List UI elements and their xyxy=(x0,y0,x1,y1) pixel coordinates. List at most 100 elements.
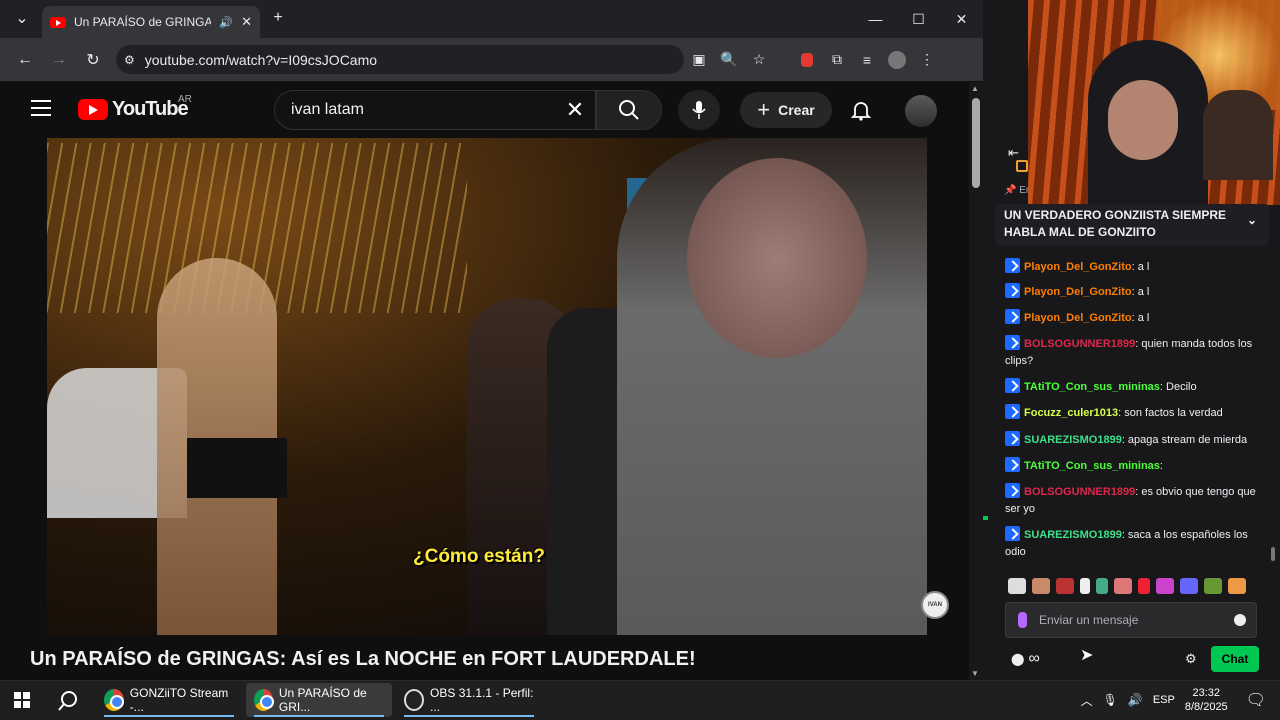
chat-username[interactable]: Focuzz_culer1013 xyxy=(1024,407,1118,419)
system-tray: ︿ 🎙 🔊 ESP 23:32 8/8/2025 🗨 xyxy=(1081,680,1280,720)
bookmark-star-icon[interactable]: ☆ xyxy=(750,51,768,69)
new-tab-icon[interactable]: + xyxy=(266,6,290,30)
prime-badge-icon[interactable] xyxy=(1005,483,1020,498)
guide-menu-icon[interactable] xyxy=(31,100,51,116)
emote-icon[interactable] xyxy=(1008,578,1026,594)
input-language[interactable]: ESP xyxy=(1153,694,1175,706)
bits-icon[interactable] xyxy=(1018,612,1027,628)
chat-scrollbar-thumb[interactable] xyxy=(1271,547,1275,561)
search-button[interactable] xyxy=(596,90,662,130)
zoom-icon[interactable]: 🔍 xyxy=(720,51,738,69)
microphone-icon xyxy=(692,101,706,119)
emote-icon[interactable] xyxy=(1096,578,1108,594)
emote-icon[interactable] xyxy=(1180,578,1198,594)
page-scrollbar[interactable]: ▲ ▼ xyxy=(969,82,983,680)
taskbar-item-chrome-stream[interactable]: GONZiiTO Stream -... xyxy=(96,683,242,717)
chat-username[interactable]: TAtiTO_Con_sus_mininas xyxy=(1024,460,1160,472)
channel-points[interactable]: ⬤ ∞ xyxy=(1011,650,1040,668)
tab-close-icon[interactable]: ✕ xyxy=(241,14,252,30)
extensions-puzzle-icon[interactable]: ⧉ xyxy=(828,51,846,69)
chat-username[interactable]: TAtiTO_Con_sus_mininas xyxy=(1024,381,1160,393)
forward-icon[interactable]: → xyxy=(42,51,76,69)
chrome-icon xyxy=(104,689,124,711)
address-bar[interactable]: ⚙ youtube.com/watch?v=I09csJOCamo xyxy=(116,45,684,74)
chat-message-input[interactable]: Enviar un mensaje xyxy=(1005,602,1257,638)
channel-points-icon: ⬤ xyxy=(1011,652,1025,666)
back-icon[interactable]: ← xyxy=(8,51,42,69)
taskbar-item-chrome-youtube[interactable]: Un PARAÍSO de GRI... xyxy=(246,683,392,717)
window-controls: — ☐ ✕ xyxy=(854,0,983,38)
notifications-bell-icon[interactable] xyxy=(850,99,872,126)
prime-badge-icon[interactable] xyxy=(1005,431,1020,446)
emote-icon[interactable] xyxy=(1204,578,1222,594)
start-windows-icon[interactable] xyxy=(14,692,30,713)
maximize-icon[interactable]: ☐ xyxy=(897,0,940,38)
chat-settings-icon[interactable]: ⚙ xyxy=(1185,651,1197,667)
emote-icon[interactable] xyxy=(1156,578,1174,594)
channel-watermark[interactable]: IVAN xyxy=(921,591,949,619)
pinned-message[interactable]: UN VERDADERO GONZIISTA SIEMPRE HABLA MAL… xyxy=(995,204,1269,246)
taskbar-item-obs[interactable]: OBS 31.1.1 - Perfil: ... xyxy=(396,683,542,717)
tab-search-chevron-icon[interactable]: ⌄ xyxy=(10,7,34,31)
emote-icon[interactable] xyxy=(1080,578,1090,594)
prime-badge-icon[interactable] xyxy=(1005,378,1020,393)
prime-badge-icon[interactable] xyxy=(1005,457,1020,472)
youtube-favicon-icon xyxy=(50,16,66,28)
profile-avatar-icon[interactable] xyxy=(888,50,906,69)
reload-icon[interactable]: ↻ xyxy=(76,50,110,70)
voice-search-button[interactable] xyxy=(678,90,720,130)
chat-message: Playon_Del_GonZito: a l xyxy=(1005,309,1267,327)
emote-picker-icon[interactable] xyxy=(1234,614,1246,626)
youtube-play-icon xyxy=(78,99,108,120)
create-button[interactable]: + Crear xyxy=(740,92,832,128)
clear-search-icon[interactable]: ✕ xyxy=(555,97,595,123)
chat-username[interactable]: Playon_Del_GonZito xyxy=(1024,286,1132,298)
tab-audio-icon[interactable]: 🔊 xyxy=(219,16,233,29)
chat-username[interactable]: Playon_Del_GonZito xyxy=(1024,261,1132,273)
minimize-icon[interactable]: — xyxy=(854,0,897,38)
chat-username[interactable]: SUAREZISMO1899 xyxy=(1024,434,1122,446)
chat-username[interactable]: Playon_Del_GonZito xyxy=(1024,312,1132,324)
scroll-up-icon[interactable]: ▲ xyxy=(971,84,979,93)
chat-message: Focuzz_culer1013: son factos la verdad xyxy=(1005,404,1267,422)
youtube-logo[interactable]: YouTube AR xyxy=(78,94,192,121)
emote-icon[interactable] xyxy=(1114,578,1132,594)
chat-username[interactable]: BOLSOGUNNER1899 xyxy=(1024,338,1135,350)
site-info-icon[interactable]: ⚙ xyxy=(124,53,135,67)
extension-red-icon[interactable] xyxy=(798,51,816,69)
chat-username[interactable]: BOLSOGUNNER1899 xyxy=(1024,486,1135,498)
close-window-icon[interactable]: ✕ xyxy=(940,0,983,38)
chat-message-text: : a l xyxy=(1131,286,1150,298)
emote-icon[interactable] xyxy=(1032,578,1050,594)
chat-message: SUAREZISMO1899: saca a los españoles los… xyxy=(1005,526,1267,561)
notifications-icon[interactable]: 🗨 xyxy=(1246,690,1266,710)
prime-badge-icon[interactable] xyxy=(1005,309,1020,324)
emote-icon[interactable] xyxy=(1138,578,1150,594)
scroll-down-icon[interactable]: ▼ xyxy=(971,669,979,678)
media-control-icon[interactable]: ≡ xyxy=(858,51,876,69)
taskbar-search-icon[interactable] xyxy=(57,690,79,717)
clock[interactable]: 23:32 8/8/2025 xyxy=(1185,686,1228,714)
emote-icon[interactable] xyxy=(1056,578,1074,594)
collapse-chat-icon[interactable]: ⇤ xyxy=(1008,145,1019,161)
show-hidden-icons-chevron-icon[interactable]: ︿ xyxy=(1081,692,1093,709)
pinned-badge-icon xyxy=(1016,160,1028,172)
microphone-tray-icon[interactable]: 🎙 xyxy=(1103,693,1118,707)
scrollbar-thumb[interactable] xyxy=(972,98,980,188)
search-input[interactable]: ivan latam ✕ xyxy=(274,90,596,130)
mouse-cursor-icon: ➤ xyxy=(1080,647,1094,664)
browser-tab-active[interactable]: Un PARAÍSO de GRINGAS: / 🔊 ✕ xyxy=(42,6,260,38)
prime-badge-icon[interactable] xyxy=(1005,258,1020,273)
browser-menu-icon[interactable]: ⋮ xyxy=(918,51,936,69)
install-app-icon[interactable]: ▣ xyxy=(690,51,708,69)
prime-badge-icon[interactable] xyxy=(1005,283,1020,298)
prime-badge-icon[interactable] xyxy=(1005,404,1020,419)
prime-badge-icon[interactable] xyxy=(1005,335,1020,350)
chat-send-button[interactable]: Chat xyxy=(1211,646,1259,672)
emote-icon[interactable] xyxy=(1228,578,1246,594)
account-avatar[interactable] xyxy=(905,95,937,127)
volume-icon[interactable]: 🔊 xyxy=(1128,693,1143,707)
prime-badge-icon[interactable] xyxy=(1005,526,1020,541)
expand-pinned-chevron-icon[interactable]: ⌄ xyxy=(1247,212,1257,229)
chat-username[interactable]: SUAREZISMO1899 xyxy=(1024,529,1122,541)
